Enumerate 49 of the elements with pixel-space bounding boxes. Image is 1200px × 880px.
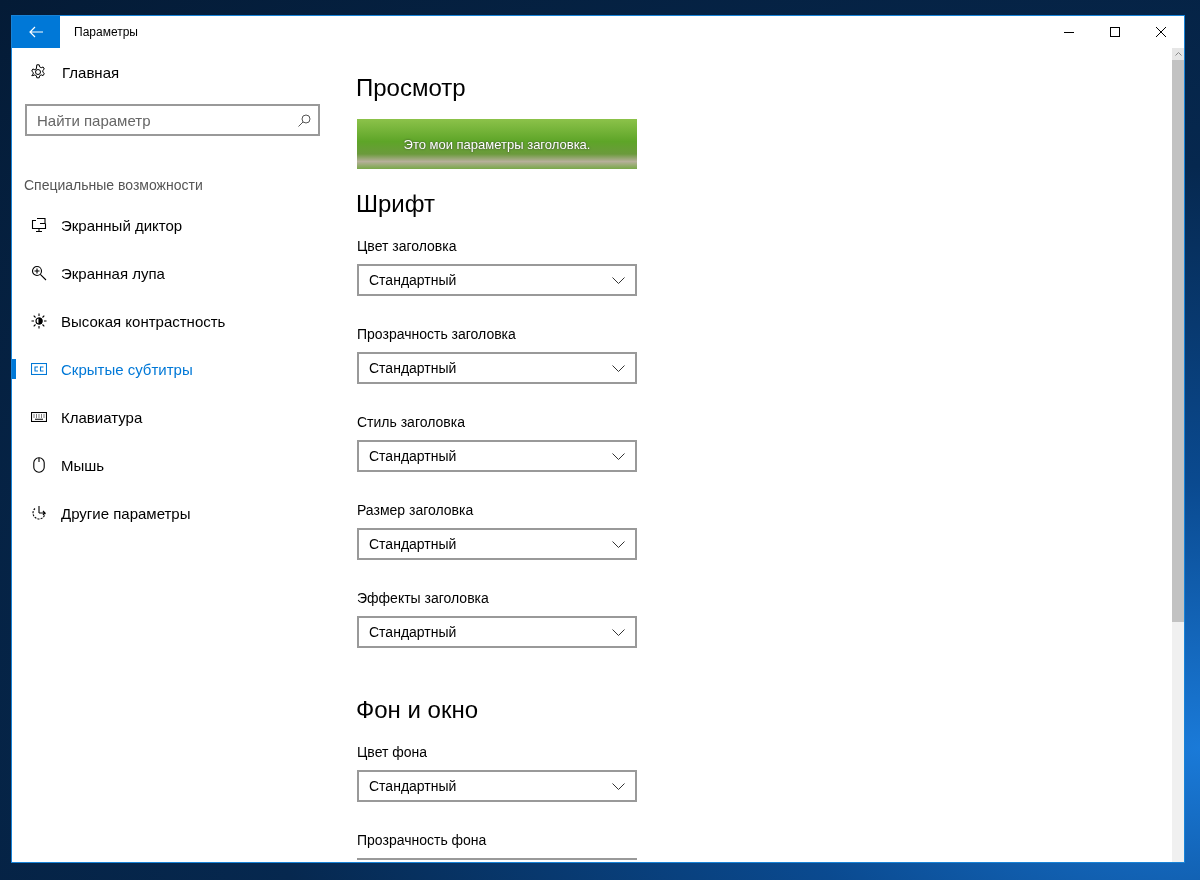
chevron-down-icon [612, 452, 625, 460]
dropdown[interactable]: Стандартный [357, 440, 637, 472]
section-heading: Просмотр [356, 73, 467, 103]
dropdown[interactable]: Стандартный [357, 528, 637, 560]
chevron-down-icon [612, 628, 625, 636]
setting-label: Размер заголовка [357, 501, 474, 520]
sidebar-item[interactable]: Экранный диктор [12, 201, 330, 249]
preview-caption: Это мои параметры заголовка. [403, 136, 591, 152]
setting-label: Цвет фона [357, 743, 428, 762]
section-label: Специальные возможности [24, 176, 204, 195]
chevron-down-icon [612, 276, 625, 284]
zoom-in-icon [31, 265, 47, 281]
search-field[interactable]: Найти параметр [25, 104, 320, 136]
sidebar-item[interactable]: Мышь [12, 441, 330, 489]
setting-label: Прозрачность фона [357, 831, 487, 850]
dropdown[interactable]: Стандартный [357, 352, 637, 384]
dropdown[interactable]: Стандартный [357, 616, 637, 648]
setting-label: Стиль заголовка [357, 413, 465, 432]
scrollbar[interactable] [1172, 48, 1184, 862]
monitor-icon [31, 217, 47, 233]
sidebar-item[interactable]: Высокая контрастность [12, 297, 330, 345]
clock-arrow-icon [31, 505, 47, 521]
sidebar-item[interactable]: Экранная лупа [12, 249, 330, 297]
maximize-icon [1110, 27, 1120, 37]
window-title: Параметры [74, 25, 139, 39]
home-nav-item[interactable]: Главная [12, 48, 330, 96]
back-button[interactable] [12, 16, 60, 48]
dropdown[interactable]: Стандартный [357, 770, 637, 802]
section-heading: Шрифт [356, 189, 436, 219]
chevron-down-icon [612, 364, 625, 372]
chevron-down-icon [612, 782, 625, 790]
chevron-down-icon [612, 540, 625, 548]
sun-icon [31, 313, 47, 329]
keyboard-icon [31, 412, 47, 422]
dropdown[interactable]: Стандартный [357, 264, 637, 296]
close-icon [1156, 27, 1166, 37]
section-heading: Фон и окно [356, 695, 480, 725]
mouse-icon [33, 457, 45, 473]
setting-label: Прозрачность заголовка [357, 325, 516, 344]
captions-icon [31, 363, 47, 375]
sidebar-item[interactable]: Другие параметры [12, 489, 330, 537]
sidebar-item[interactable]: Клавиатура [12, 393, 330, 441]
sidebar-item[interactable]: Скрытые субтитры [12, 345, 330, 393]
back-arrow-icon [29, 26, 43, 38]
search-icon [298, 114, 311, 127]
scroll-up-icon [1174, 52, 1182, 56]
setting-label: Цвет заголовка [357, 237, 457, 256]
setting-label: Эффекты заголовка [357, 589, 489, 608]
gear-icon [30, 64, 46, 80]
